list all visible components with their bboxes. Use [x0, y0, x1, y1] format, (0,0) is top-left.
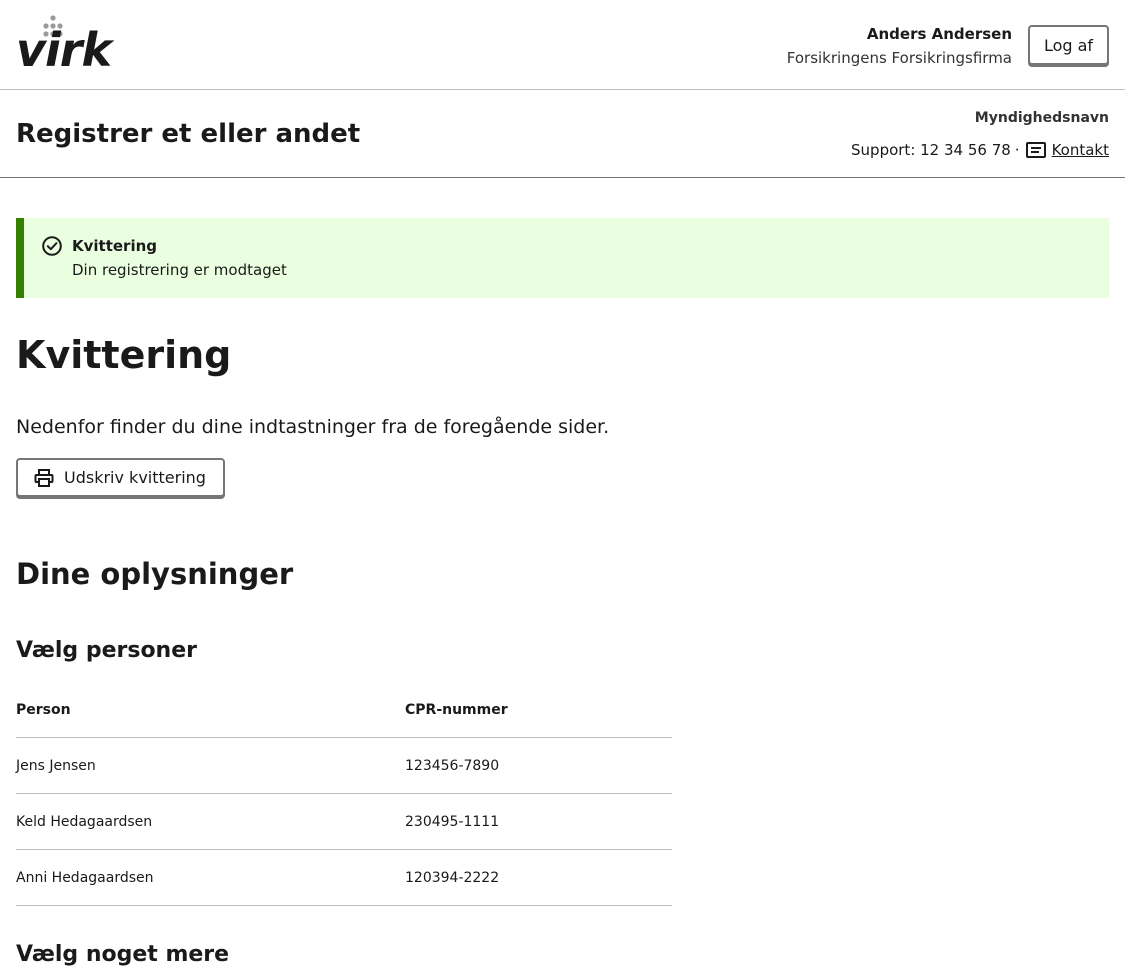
table-header-row: Person CPR-nummer [16, 682, 672, 738]
table-row: Jens Jensen 123456-7890 [16, 737, 672, 794]
virk-logo[interactable]: virk [16, 14, 116, 76]
persons-table: Person CPR-nummer Jens Jensen 123456-789… [16, 682, 672, 906]
logout-button[interactable]: Log af [1028, 25, 1109, 65]
cpr-number: 230495-1111 [405, 793, 672, 850]
contact-link[interactable]: Kontakt [1052, 138, 1109, 162]
column-header-cpr: CPR-nummer [405, 682, 672, 738]
alert-text: Din registrering er modtaget [72, 261, 287, 279]
print-button-label: Udskriv kvittering [64, 468, 206, 487]
section-heading: Dine oplysninger [16, 557, 294, 591]
success-alert: Kvittering Din registrering er modtaget [16, 218, 1109, 298]
table-row: Keld Hedagaardsen 230495-1111 [16, 793, 672, 850]
site-title: Registrer et eller andet [16, 119, 361, 149]
check-circle-icon [42, 236, 62, 256]
page-title: Kvittering [16, 333, 232, 377]
alert-heading: Kvittering [72, 237, 158, 255]
persons-heading: Vælg personer [16, 638, 197, 663]
support-line: Support: 12 34 56 78 · Kontakt [851, 138, 1109, 162]
company-name: Forsikringens Forsikringsfirma [786, 49, 1012, 67]
print-receipt-button[interactable]: Udskriv kvittering [16, 458, 225, 497]
column-header-person: Person [16, 682, 405, 738]
cpr-number: 123456-7890 [405, 737, 672, 794]
user-info: Anders Andersen Forsikringens Forsikring… [787, 22, 1012, 70]
cpr-number: 120394-2222 [405, 849, 672, 906]
person-name: Keld Hedagaardsen [16, 793, 405, 850]
user-name: Anders Andersen [866, 25, 1012, 43]
next-section-heading: Vælg noget mere [16, 942, 230, 967]
support-phone: Support: 12 34 56 78 [851, 141, 1011, 159]
message-icon [1025, 142, 1046, 158]
support-separator: · [1014, 141, 1020, 159]
table-row: Anni Hedagaardsen 120394-2222 [16, 849, 672, 906]
person-name: Jens Jensen [16, 737, 405, 794]
logo-text: virk [16, 23, 112, 77]
printer-icon [34, 468, 54, 487]
intro-text: Nedenfor finder du dine indtastninger fr… [16, 416, 610, 438]
person-name: Anni Hedagaardsen [16, 849, 405, 906]
portal-header: Registrer et eller andet Myndighedsnavn … [0, 90, 1125, 178]
top-header: virk Anders Andersen Forsikringens Forsi… [0, 0, 1125, 90]
authority-name: Myndighedsnavn [974, 110, 1109, 126]
